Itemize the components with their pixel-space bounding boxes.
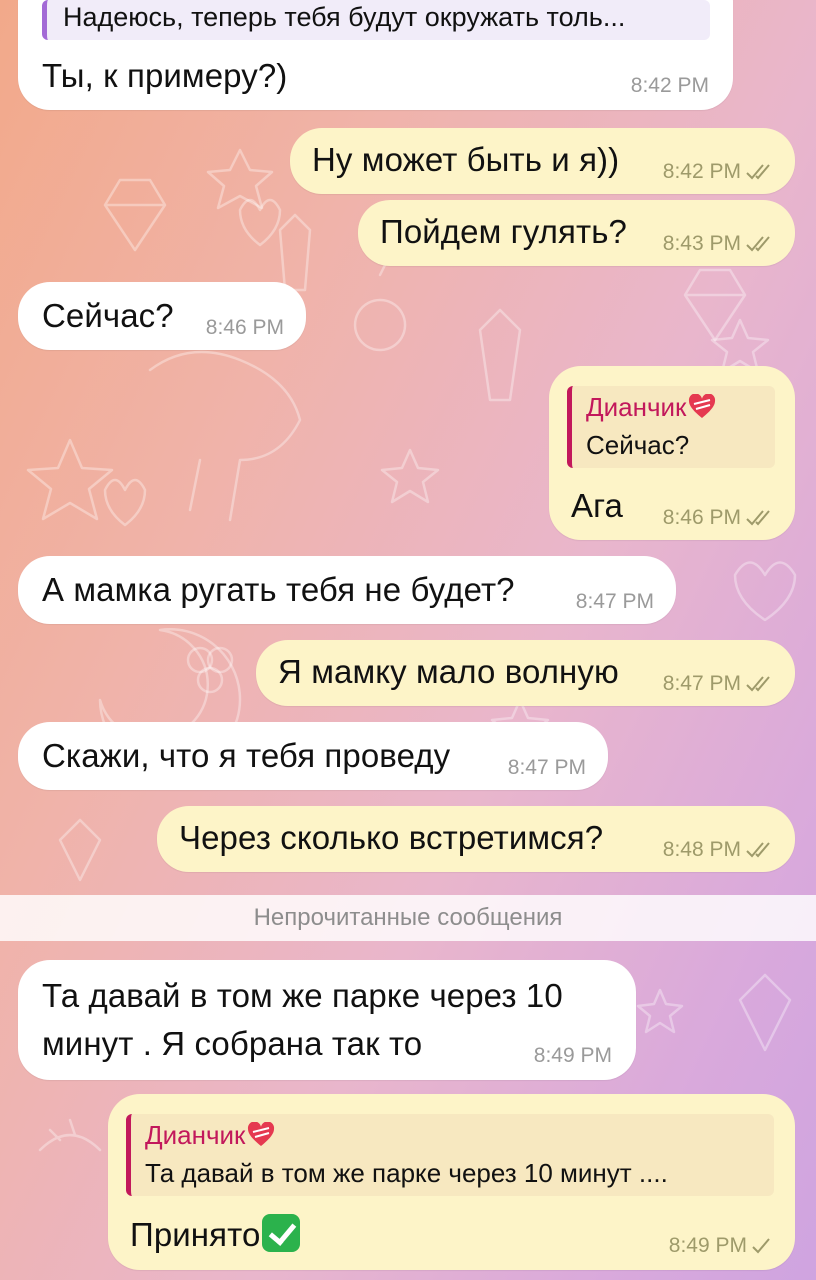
message-text: Принято: [130, 1214, 301, 1255]
message-outgoing[interactable]: Через сколько встретимся? 8:48 PM: [157, 806, 795, 872]
reply-preview[interactable]: Дианчик Сейчас?: [567, 386, 775, 468]
message-time: 8:47 PM: [507, 756, 586, 779]
heart-icon: [689, 394, 716, 418]
reply-text: Сейчас?: [586, 430, 690, 460]
message-outgoing[interactable]: Ну может быть и я)) 8:42 PM: [290, 128, 795, 194]
double-check-icon: [746, 676, 770, 692]
single-check-icon: [752, 1238, 770, 1254]
double-check-icon: [746, 842, 770, 858]
message-incoming[interactable]: А мамка ругать тебя не будет? 8:47 PM: [18, 556, 676, 624]
reply-text: Та давай в том же парке через 10 минут .…: [145, 1158, 668, 1188]
message-outgoing[interactable]: Пойдем гулять? 8:43 PM: [358, 200, 795, 266]
check-mark-button-icon: [262, 1214, 301, 1252]
message-text: Скажи, что я тебя проведу: [42, 737, 451, 774]
message-incoming[interactable]: Надеюсь, теперь тебя будут окружать толь…: [18, 0, 733, 110]
double-check-icon: [746, 510, 770, 526]
message-time: 8:46 PM: [663, 506, 773, 530]
message-text: А мамка ругать тебя не будет?: [42, 571, 515, 608]
message-time: 8:42 PM: [663, 160, 773, 184]
message-incoming[interactable]: Та давай в том же парке через 10 минут .…: [18, 960, 636, 1080]
double-check-icon: [746, 236, 770, 252]
heart-icon: [248, 1122, 275, 1146]
reply-author: Дианчик: [586, 392, 716, 423]
reply-preview[interactable]: Дианчик Та давай в том же парке через 10…: [126, 1114, 774, 1196]
message-time: 8:47 PM: [663, 672, 773, 696]
message-time: 8:46 PM: [205, 316, 284, 339]
message-text: Ага: [571, 487, 623, 524]
message-time: 8:48 PM: [663, 838, 773, 862]
quoted-message[interactable]: Надеюсь, теперь тебя будут окружать толь…: [42, 0, 710, 40]
message-text: Через сколько встретимся?: [179, 819, 604, 856]
message-outgoing-reply[interactable]: Дианчик Та давай в том же парке через 10…: [108, 1094, 795, 1270]
message-text: Сейчас?: [42, 297, 174, 334]
message-outgoing[interactable]: Я мамку мало волную 8:47 PM: [256, 640, 795, 706]
message-text-line-1: Та давай в том же парке через 10: [42, 977, 563, 1014]
reply-author: Дианчик: [145, 1120, 275, 1151]
message-text: Ты, к примеру?): [42, 57, 288, 94]
message-text: Ну может быть и я)): [312, 141, 620, 178]
message-time: 8:42 PM: [630, 74, 709, 97]
message-time: 8:47 PM: [575, 590, 654, 613]
message-time: 8:43 PM: [663, 232, 773, 256]
message-incoming[interactable]: Скажи, что я тебя проведу 8:47 PM: [18, 722, 608, 790]
message-text: Я мамку мало волную: [278, 653, 619, 690]
double-check-icon: [746, 164, 770, 180]
message-time: 8:49 PM: [533, 1044, 612, 1067]
unread-messages-divider: Непрочитанные сообщения: [0, 895, 816, 941]
quoted-message-text: Надеюсь, теперь тебя будут окружать толь…: [63, 2, 626, 32]
message-time: 8:49 PM: [669, 1234, 773, 1258]
message-text-line-2: минут . Я собрана так то: [42, 1025, 423, 1062]
message-text: Пойдем гулять?: [380, 213, 627, 250]
message-outgoing-reply[interactable]: Дианчик Сейчас? Ага 8:46 PM: [549, 366, 795, 540]
message-incoming[interactable]: Сейчас? 8:46 PM: [18, 282, 306, 350]
